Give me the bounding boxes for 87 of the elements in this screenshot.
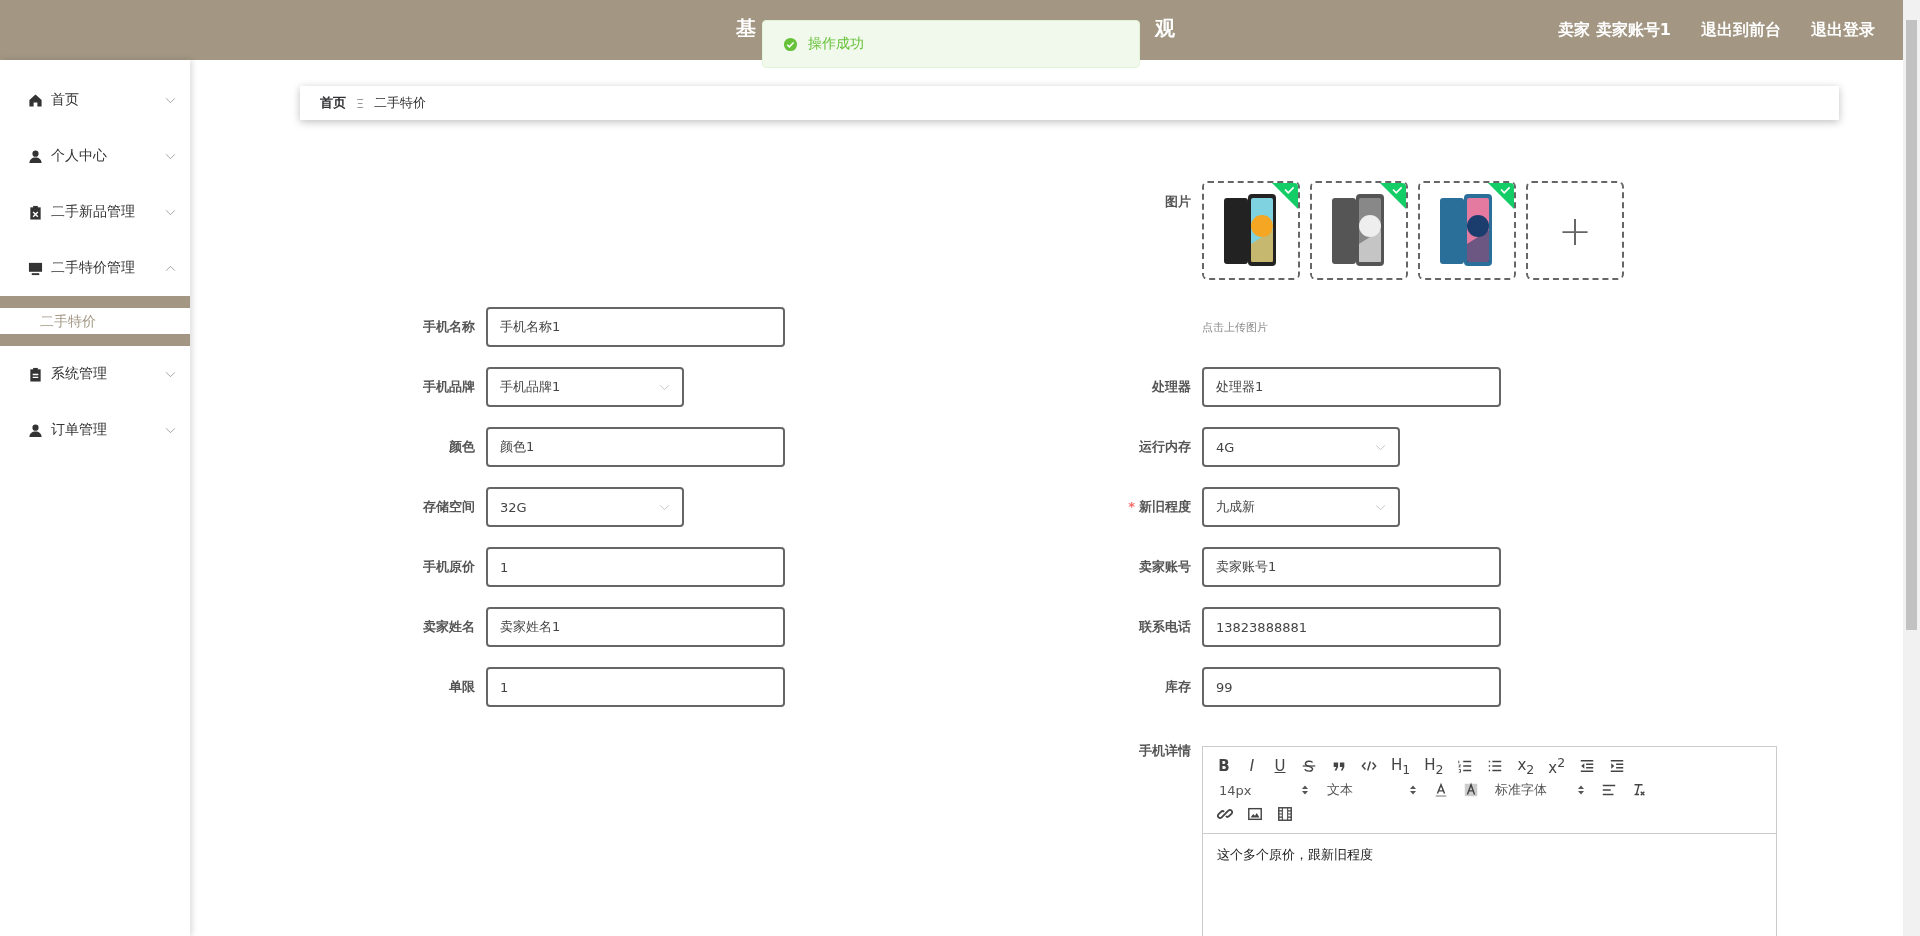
input-field[interactable]: 13823888881 — [1202, 607, 1501, 647]
input-field[interactable]: 处理器1 — [1202, 367, 1501, 407]
indent-icon[interactable] — [1609, 758, 1626, 774]
field-label: 卖家姓名 — [422, 618, 475, 636]
format-button[interactable]: H$_{1}$ — [1389, 755, 1413, 777]
chevron-icon — [1375, 443, 1386, 451]
success-check-icon — [783, 36, 798, 52]
format-button[interactable]: x$^{2}$ — [1546, 755, 1568, 777]
person-icon — [28, 422, 43, 438]
monitor-icon — [28, 260, 43, 276]
site-title-fragment: 基 — [736, 15, 756, 42]
input-field[interactable]: 卖家姓名1 — [486, 607, 785, 647]
field-label: 联系电话 — [1138, 618, 1191, 636]
chevron-icon — [165, 426, 176, 434]
up-down-arrows-icon — [1301, 784, 1309, 796]
strikethrough-icon[interactable] — [1301, 758, 1317, 774]
field-label: 存储空间 — [422, 498, 475, 516]
bullet-list-icon[interactable] — [1487, 758, 1504, 774]
format-picker[interactable]: 文本 — [1323, 781, 1421, 799]
align-icon[interactable] — [1601, 782, 1617, 798]
site-title-fragment: 观 — [1155, 15, 1175, 42]
link-icon[interactable] — [1217, 806, 1233, 822]
image-icon[interactable] — [1247, 806, 1263, 822]
format-button[interactable]: I — [1243, 757, 1261, 775]
field-label: 处理器 — [1151, 378, 1191, 396]
chevron-icon — [1375, 503, 1386, 511]
sidebar-item[interactable]: 二手特价管理 — [0, 240, 190, 296]
field-label: 手机名称 — [422, 318, 475, 336]
format-button[interactable]: U — [1271, 757, 1289, 775]
input-field[interactable]: 1 — [486, 547, 785, 587]
select-field[interactable]: 九成新 — [1202, 487, 1400, 527]
field-label: 库存 — [1164, 678, 1191, 696]
scrollbar-thumb[interactable] — [1906, 20, 1917, 630]
select-field[interactable]: 4G — [1202, 427, 1400, 467]
chevron-icon — [165, 152, 176, 160]
outdent-icon[interactable] — [1579, 758, 1596, 774]
font-color-icon[interactable] — [1433, 782, 1449, 798]
input-field[interactable]: 颜色1 — [486, 427, 785, 467]
format-picker[interactable]: 14px — [1215, 782, 1313, 798]
breadcrumb-link[interactable]: 首页 — [320, 94, 346, 112]
field-label: * 新旧程度 — [1127, 498, 1191, 516]
background-icon[interactable] — [1463, 782, 1479, 798]
upload-hint: 点击上传图片 — [1202, 319, 1268, 335]
video-icon[interactable] — [1277, 806, 1293, 822]
chevron-icon — [165, 370, 176, 378]
input-field[interactable]: 1 — [486, 667, 785, 707]
field-label: 手机原价 — [422, 558, 475, 576]
select-field[interactable]: 32G — [486, 487, 684, 527]
field-label: 手机品牌 — [422, 378, 475, 396]
breadcrumb-separator: Ξ — [356, 95, 365, 111]
clipboard-icon — [28, 204, 43, 220]
field-label: 卖家账号 — [1138, 558, 1191, 576]
sidebar-item[interactable]: 订单管理 — [0, 402, 190, 458]
format-button[interactable]: H$_{2}$ — [1422, 755, 1446, 777]
toast-message: 操作成功 — [808, 35, 864, 53]
note-icon — [28, 366, 43, 382]
up-down-arrows-icon — [1409, 784, 1417, 796]
person-icon — [28, 148, 43, 164]
chevron-icon — [165, 96, 176, 104]
input-field[interactable]: 卖家账号1 — [1202, 547, 1501, 587]
up-down-arrows-icon — [1577, 784, 1585, 796]
breadcrumb-current: 二手特价 — [374, 94, 427, 112]
field-label: 颜色 — [448, 438, 475, 456]
input-field[interactable]: 手机名称1 — [486, 307, 785, 347]
home-icon — [28, 92, 43, 108]
editor-text: 这个多个原价，跟新旧程度 — [1217, 846, 1374, 864]
field-label: 单限 — [448, 678, 475, 696]
field-label: 运行内存 — [1138, 438, 1191, 456]
chevron-icon — [659, 503, 670, 511]
chevron-icon — [659, 383, 670, 391]
format-picker[interactable]: 标准字体 — [1491, 781, 1589, 799]
chevron-icon — [165, 264, 176, 272]
input-field[interactable]: 99 — [1202, 667, 1501, 707]
field-label: 图片 — [1164, 193, 1191, 211]
sidebar-item[interactable]: 二手新品管理 — [0, 184, 190, 240]
field-label: 手机详情 — [1138, 742, 1191, 760]
user-name: 卖家 卖家账号1 — [1558, 19, 1671, 41]
chevron-icon — [165, 208, 176, 216]
format-button[interactable]: x$_{2}$ — [1515, 755, 1537, 777]
sidebar-item[interactable]: 个人中心 — [0, 128, 190, 184]
select-field[interactable]: 手机品牌1 — [486, 367, 684, 407]
scrollbar[interactable] — [1903, 0, 1920, 936]
sidebar-item[interactable]: 系统管理 — [0, 346, 190, 402]
format-button[interactable]: B — [1215, 757, 1233, 775]
add-image-button[interactable]: + — [1526, 181, 1624, 280]
ordered-list-icon[interactable] — [1457, 758, 1474, 774]
sidebar-item[interactable]: 首页 — [0, 72, 190, 128]
